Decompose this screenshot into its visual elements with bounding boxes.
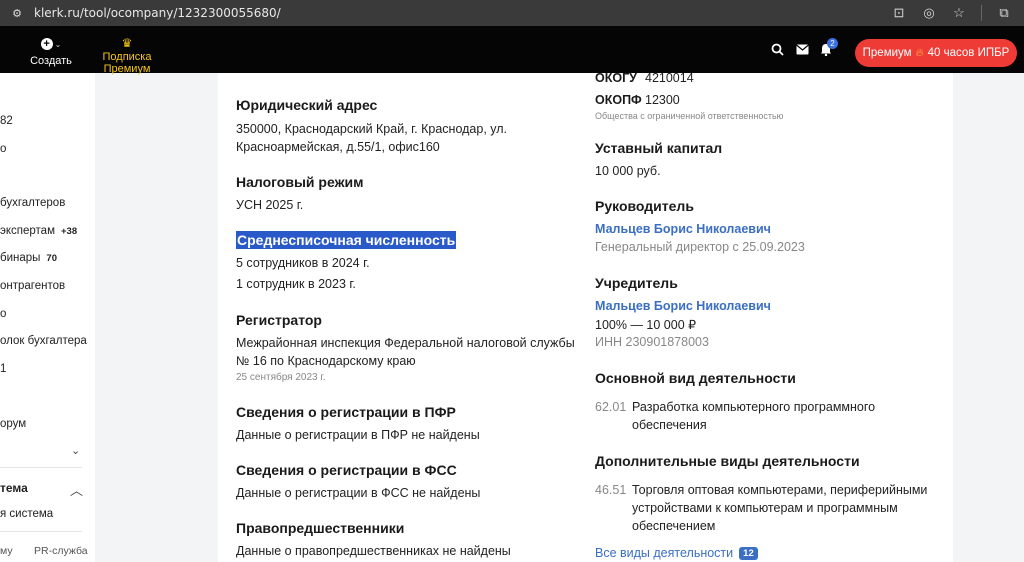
director-position: Генеральный директор с 25.09.2023 xyxy=(595,240,805,254)
fss-title: Сведения о регистрации в ФСС xyxy=(236,462,457,478)
headcount-2024: 5 сотрудников в 2024 г. xyxy=(236,256,370,270)
okopf-value: 12300 xyxy=(645,93,680,107)
predecessors-title: Правопредшественники xyxy=(236,520,405,536)
sidebar-section-title[interactable]: тема xyxy=(0,481,28,495)
create-label: Создать xyxy=(30,55,72,67)
okogu-value: 4210014 xyxy=(645,73,694,85)
company-details-card: Юридический адрес 350000, Краснодарский … xyxy=(218,73,953,562)
extra-activity-line2: устройствами к компьютерам и программным xyxy=(632,501,898,515)
predecessors-value: Данные о правопредшественниках не найден… xyxy=(236,544,511,558)
selected-text: Среднесписочная численность xyxy=(236,231,457,249)
sidebar-item-counterparties[interactable]: онтрагентов xyxy=(0,280,65,292)
mail-icon[interactable] xyxy=(796,43,809,58)
okopf-description: Общества с ограниченной ответственностью xyxy=(595,111,784,121)
registrar-line1: Межрайонная инспекция Федеральной налого… xyxy=(236,336,575,350)
browser-toolbar: ⚙ klerk.ru/tool/ocompany/1232300055680/ … xyxy=(0,0,1024,26)
site-header: + ⌄ Создать ♛ Подписка Премиум 2 Премиум … xyxy=(0,26,1024,75)
sidebar-item[interactable]: о xyxy=(0,143,6,155)
extra-activities-title: Дополнительные виды деятельности xyxy=(595,453,860,469)
activities-count-badge: 12 xyxy=(739,547,758,560)
capital-title: Уставный капитал xyxy=(595,140,723,156)
all-activities-link[interactable]: Все виды деятельности 12 xyxy=(595,546,758,560)
sidebar-item[interactable]: 1 xyxy=(0,363,6,375)
eye-off-icon[interactable]: ◎ xyxy=(921,5,937,21)
registrar-line2: № 16 по Краснодарскому краю xyxy=(236,354,416,368)
double-chevron-down-icon[interactable]: ⌄ xyxy=(71,444,80,457)
premium-label: Премиум xyxy=(862,47,912,59)
flame-icon: 🔥︎ xyxy=(915,46,924,59)
main-activity-line1: Разработка компьютерного программного xyxy=(632,400,876,414)
main-activity-code: 62.01 xyxy=(595,400,627,414)
sidebar-item-experts[interactable]: экспертам +38 xyxy=(0,225,77,237)
director-title: Руководитель xyxy=(595,198,694,214)
founder-inn: ИНН 230901878003 xyxy=(595,335,709,349)
sidebar-footer-pr-link[interactable]: PR-служба xyxy=(34,545,88,557)
okogu-label: ОКОГУ xyxy=(595,73,637,85)
sidebar-item[interactable]: 1 xyxy=(0,391,6,403)
sidebar-item[interactable]: 82 xyxy=(0,115,13,127)
premium-promo: 40 часов ИПБР xyxy=(927,47,1010,59)
okopf-label: ОКОПФ xyxy=(595,93,642,107)
toolbar-divider xyxy=(981,5,982,21)
legal-address-line1: 350000, Краснодарский Край, г. Краснодар… xyxy=(236,122,508,136)
sidebar-item[interactable]: о xyxy=(0,308,6,320)
legal-address-title: Юридический адрес xyxy=(236,97,378,113)
pfr-title: Сведения о регистрации в ПФР xyxy=(236,404,456,420)
subscription-label: Подписка Премиум xyxy=(102,51,152,75)
main-activity-title: Основной вид деятельности xyxy=(595,370,796,386)
founder-name-link[interactable]: Мальцев Борис Николаевич xyxy=(595,299,771,313)
tax-regime-value: УСН 2025 г. xyxy=(236,198,304,212)
headcount-2023: 1 сотрудник в 2023 г. xyxy=(236,277,356,291)
extensions-icon[interactable]: ⧉ xyxy=(996,5,1012,21)
sidebar-badge: +38 xyxy=(60,226,78,237)
search-icon[interactable] xyxy=(771,43,784,59)
sidebar-item-system[interactable]: я система xyxy=(0,508,53,520)
crown-icon: ♛ xyxy=(121,36,133,50)
legal-address-line2: Красноармейская, д.55/1, офис160 xyxy=(236,140,440,154)
site-info-icon[interactable]: ⚙ xyxy=(10,6,24,20)
sidebar-item-webinars[interactable]: бинары 70 xyxy=(0,252,57,264)
create-menu-button[interactable]: + ⌄ Создать xyxy=(26,34,76,67)
premium-button[interactable]: Премиум 🔥︎ 40 часов ИПБР xyxy=(855,39,1017,67)
install-icon[interactable]: ⊡ xyxy=(891,5,907,21)
address-bar[interactable]: klerk.ru/tool/ocompany/1232300055680/ xyxy=(34,6,281,20)
tax-regime-title: Налоговый режим xyxy=(236,174,364,190)
left-sidebar: 82 о бухгалтеров экспертам +38 бинары 70 о… xyxy=(0,73,95,562)
sidebar-divider xyxy=(0,467,82,468)
founder-title: Учредитель xyxy=(595,275,678,291)
registrar-title: Регистратор xyxy=(236,312,322,328)
extra-activity-line3: обеспечением xyxy=(632,519,716,533)
fss-value: Данные о регистрации в ФСС не найдены xyxy=(236,486,481,500)
pfr-value: Данные о регистрации в ПФР не найдены xyxy=(236,428,480,442)
sidebar-badge: 70 xyxy=(46,253,57,264)
capital-value: 10 000 руб. xyxy=(595,164,661,178)
founder-share: 100% — 10 000 ₽ xyxy=(595,318,697,332)
sidebar-footer-link[interactable]: му xyxy=(0,545,13,557)
premium-subscription-link[interactable]: ♛ Подписка Премиум xyxy=(80,36,174,75)
sidebar-item-accountant-corner[interactable]: олок бухгалтера xyxy=(0,335,87,347)
director-name-link[interactable]: Мальцев Борис Николаевич xyxy=(595,222,771,236)
chevron-down-icon: ⌄ xyxy=(54,40,62,49)
sidebar-item-accountants[interactable]: бухгалтеров xyxy=(0,197,65,209)
registrar-date: 25 сентября 2023 г. xyxy=(236,372,326,383)
main-activity-line2: обеспечения xyxy=(632,418,707,432)
star-icon[interactable]: ☆ xyxy=(951,5,967,21)
headcount-title: Среднесписочная численность xyxy=(236,231,457,249)
sidebar-divider xyxy=(0,531,82,532)
extra-activity-code: 46.51 xyxy=(595,483,627,497)
plus-icon: + xyxy=(40,38,53,50)
chevron-up-icon[interactable]: ︿ xyxy=(70,480,83,499)
notifications-badge: 2 xyxy=(827,38,838,49)
sidebar-item-forum[interactable]: орум xyxy=(0,418,26,430)
extra-activity-line1: Торговля оптовая компьютерами, периферий… xyxy=(632,483,928,497)
